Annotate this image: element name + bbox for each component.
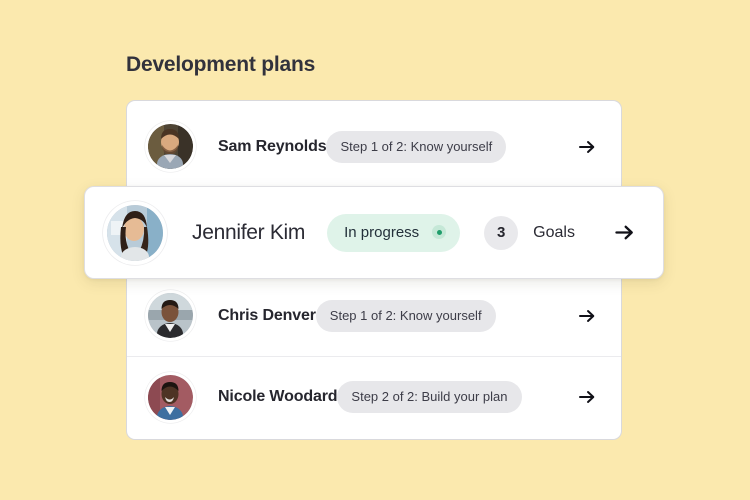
plan-row-jennifer-kim-focused[interactable]: Jennifer Kim In progress 3 Goals: [84, 186, 664, 279]
arrow-right-icon[interactable]: [575, 304, 599, 328]
status-badge-label: In progress: [344, 225, 419, 240]
goals-count-badge: 3: [484, 216, 518, 250]
plan-row-sam-reynolds[interactable]: Sam Reynolds Step 1 of 2: Know yourself: [127, 106, 621, 187]
person-name: Chris Denver: [218, 307, 316, 325]
avatar-nicole-woodard: [148, 375, 193, 420]
status-badge: In progress: [327, 214, 460, 252]
plan-row-chris-denver[interactable]: Chris Denver Step 1 of 2: Know yourself: [127, 275, 621, 356]
step-status-pill: Step 1 of 2: Know yourself: [316, 300, 496, 332]
person-name: Jennifer Kim: [192, 221, 305, 245]
step-status-pill: Step 1 of 2: Know yourself: [326, 131, 506, 163]
page-title: Development plans: [126, 53, 315, 77]
goals-summary: 3 Goals: [484, 216, 575, 250]
arrow-right-icon[interactable]: [575, 135, 599, 159]
plan-row-nicole-woodard[interactable]: Nicole Woodard Step 2 of 2: Build your p…: [127, 356, 621, 437]
arrow-right-icon[interactable]: [611, 220, 637, 246]
status-dot-icon: [432, 225, 446, 239]
arrow-right-icon[interactable]: [575, 385, 599, 409]
goals-label: Goals: [533, 224, 575, 242]
avatar-chris-denver: [148, 293, 193, 338]
person-name: Sam Reynolds: [218, 138, 326, 156]
screen: Development plans: [0, 0, 750, 500]
person-name: Nicole Woodard: [218, 388, 337, 406]
avatar-sam-reynolds: [148, 124, 193, 169]
step-status-pill: Step 2 of 2: Build your plan: [337, 381, 521, 413]
avatar-jennifer-kim: [107, 205, 163, 261]
